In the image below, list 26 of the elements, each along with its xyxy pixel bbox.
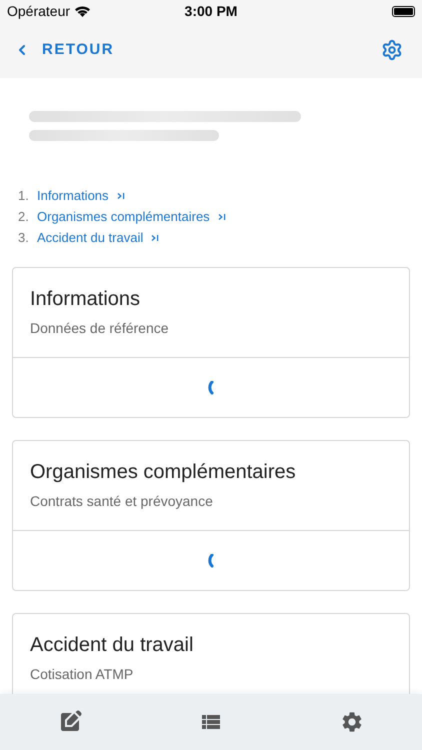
card-subtitle: Contrats santé et prévoyance	[30, 492, 214, 511]
settings-icon	[381, 39, 403, 61]
card-title: Informations	[30, 287, 142, 312]
section-link[interactable]: Accident du travail	[37, 228, 144, 248]
list-number: 2.	[18, 208, 30, 226]
carrier-name: Opérateur	[7, 2, 70, 21]
settings-icon	[340, 710, 364, 734]
loading-spinner-icon	[207, 554, 215, 568]
battery-icon	[392, 6, 415, 16]
back-button[interactable]: RETOUR	[14, 38, 114, 62]
list-number: 3.	[18, 229, 30, 248]
status-time: 3:00 PM	[184, 2, 238, 20]
card-title: Accident du travail	[30, 633, 194, 658]
settings-button[interactable]	[381, 39, 403, 61]
list-number: 1.	[18, 187, 30, 206]
section-link[interactable]: Informations	[37, 186, 109, 206]
edit-icon	[58, 710, 82, 734]
section-link[interactable]: Organismes complémentaires	[37, 207, 210, 227]
chevron-bar-icon	[151, 234, 160, 242]
chevron-bar-icon	[218, 213, 226, 221]
card-title: Organismes complémentaires	[30, 460, 297, 485]
card-subtitle: Cotisation ATMP	[30, 665, 134, 684]
loading-spinner-icon	[207, 380, 215, 394]
wifi-icon	[74, 5, 92, 17]
chevron-bar-icon	[116, 192, 125, 200]
card-subtitle: Données de référence	[30, 319, 170, 338]
